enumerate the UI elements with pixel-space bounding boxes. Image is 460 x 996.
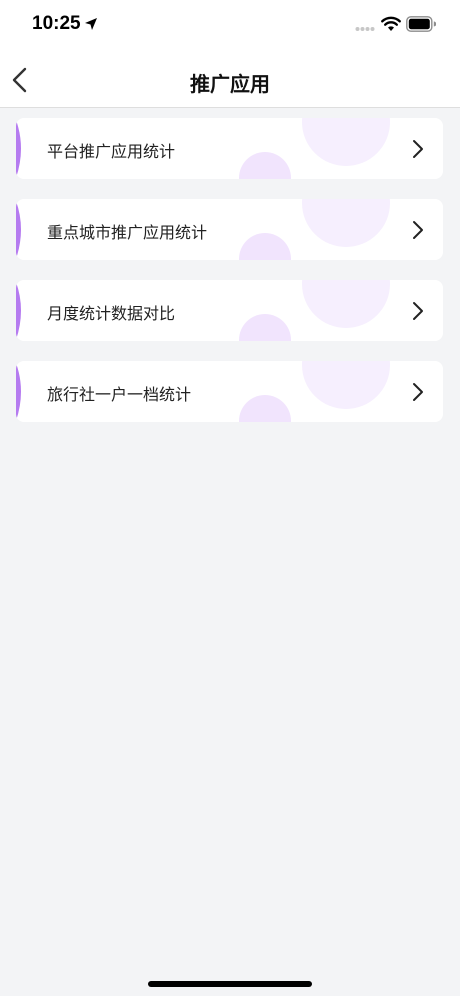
screen: 10:25 推广应用 平台推广应用统计 重点城市推广应用统计 月度统计数据对比 … xyxy=(0,0,460,996)
menu-item-label: 月度统计数据对比 xyxy=(47,304,176,323)
menu-item-label: 平台推广应用统计 xyxy=(47,142,176,161)
accent-bar xyxy=(16,363,21,421)
accent-bar xyxy=(16,201,21,259)
battery-icon xyxy=(406,16,436,32)
nav-bar: 推广应用 xyxy=(0,52,460,108)
accent-bar xyxy=(16,120,21,178)
chevron-right-icon xyxy=(413,221,423,239)
status-time: 10:25 xyxy=(32,13,81,34)
menu-item-monthly-comparison[interactable]: 月度统计数据对比 xyxy=(16,280,443,341)
home-indicator[interactable] xyxy=(148,981,312,987)
signal-dots-icon xyxy=(355,27,375,31)
menu-item-travel-agency-stats[interactable]: 旅行社一户一档统计 xyxy=(16,361,443,422)
chevron-right-icon xyxy=(413,140,423,158)
wifi-icon xyxy=(381,16,401,31)
menu-item-label: 重点城市推广应用统计 xyxy=(47,223,208,242)
menu-item-platform-stats[interactable]: 平台推广应用统计 xyxy=(16,118,443,179)
accent-bar xyxy=(16,282,21,340)
menu-list: 平台推广应用统计 重点城市推广应用统计 月度统计数据对比 旅行社一户一档统计 xyxy=(16,118,443,442)
menu-item-label: 旅行社一户一档统计 xyxy=(47,385,192,404)
status-bar: 10:25 xyxy=(0,0,460,52)
chevron-right-icon xyxy=(413,383,423,401)
menu-item-city-stats[interactable]: 重点城市推广应用统计 xyxy=(16,199,443,260)
location-arrow-icon xyxy=(85,18,97,30)
chevron-right-icon xyxy=(413,302,423,320)
page-title: 推广应用 xyxy=(190,72,270,96)
